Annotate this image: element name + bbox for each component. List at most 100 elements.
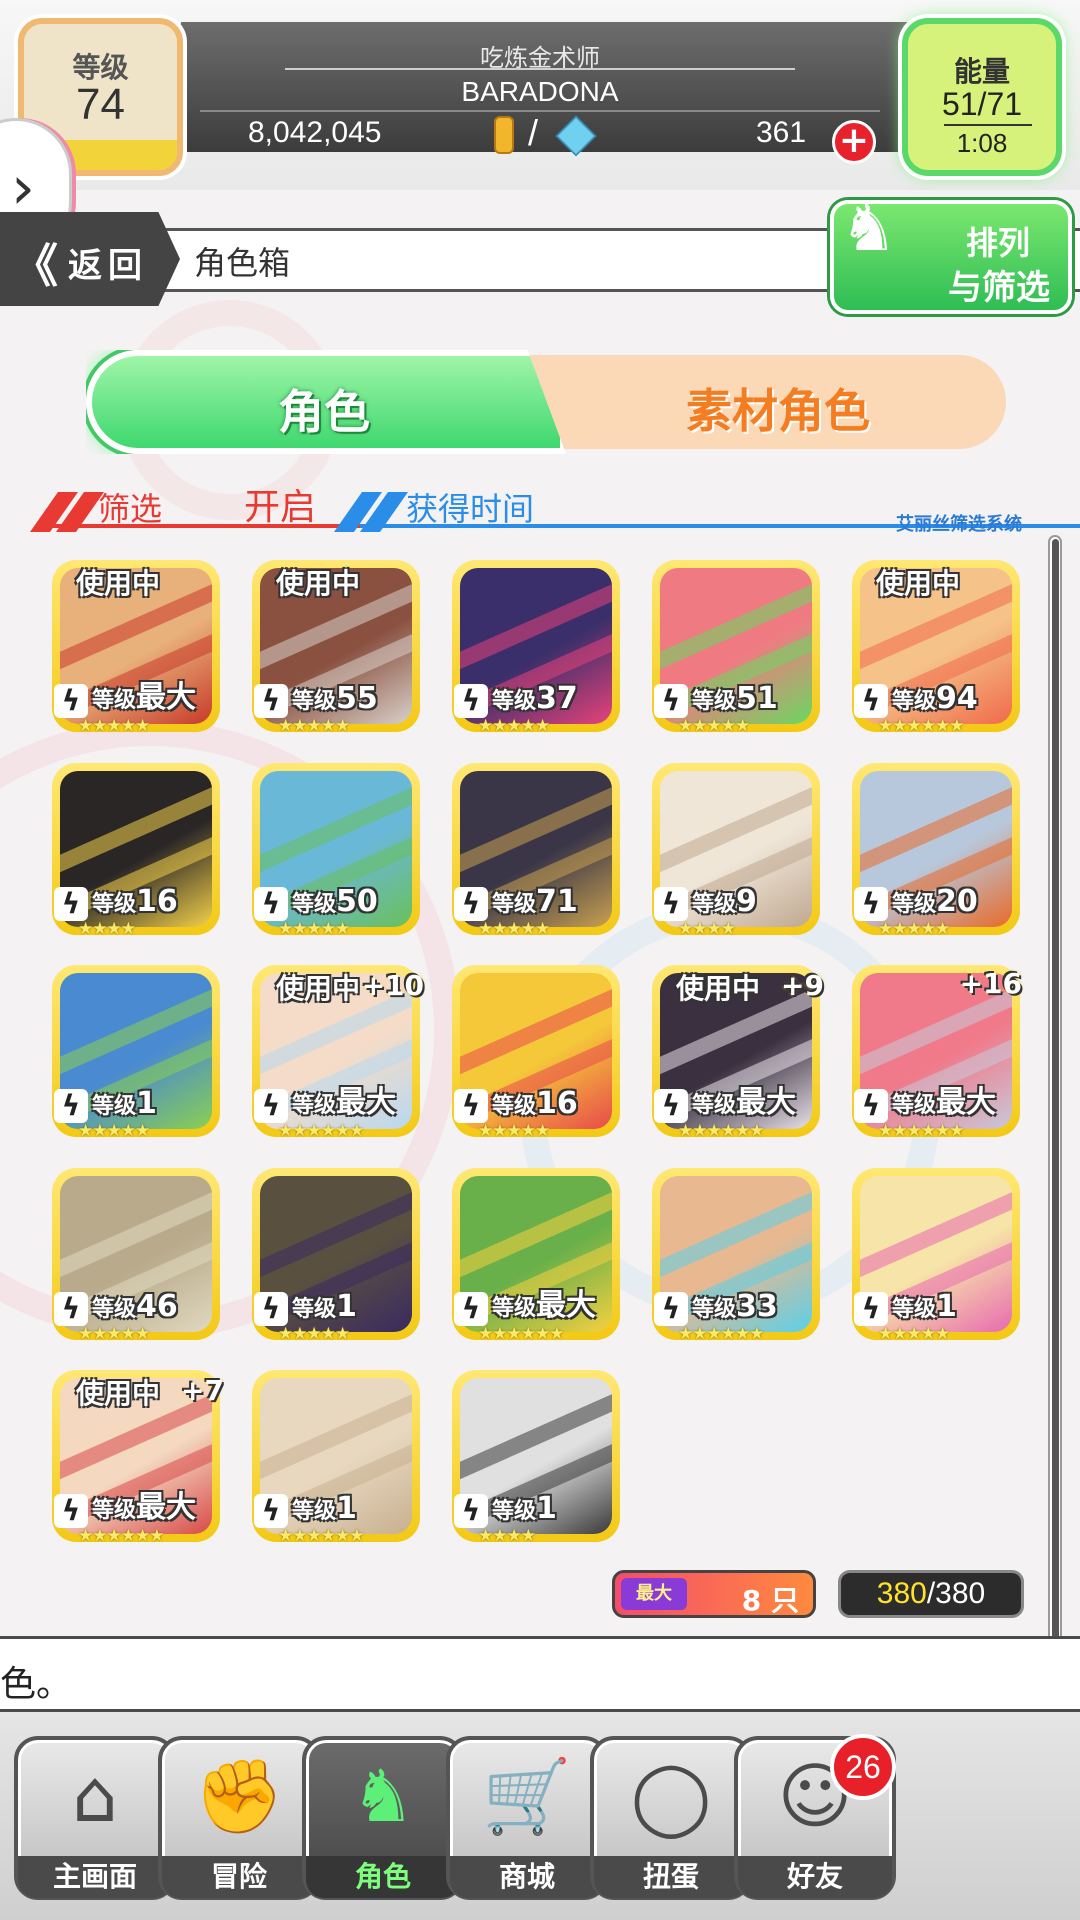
energy-timer: 1:08 — [956, 128, 1008, 158]
nav-home-button[interactable]: ⌂ 主画面 — [14, 1736, 176, 1900]
level-number: 1 — [536, 1491, 557, 1526]
character-card[interactable]: ϟ 等级20 ★★★★★ — [852, 763, 1020, 939]
level-prefix: 等级 — [692, 1297, 737, 1322]
scrollbar[interactable] — [1048, 535, 1062, 1643]
in-use-badge: 使用中 — [276, 972, 361, 1005]
page-title: 角色箱 — [194, 244, 291, 282]
gold-coin-icon — [494, 116, 514, 154]
character-level: 等级1 — [492, 1491, 557, 1526]
level-number: 最大 — [736, 1085, 797, 1120]
in-use-badge: 使用中 — [876, 567, 961, 600]
level-prefix: 等级 — [292, 1093, 337, 1118]
nav-handshake-button[interactable]: ✊ 冒险 — [158, 1736, 320, 1900]
rarity-stars: ★★★★★ — [478, 1121, 550, 1141]
skill-bolt-icon: ϟ — [254, 1494, 288, 1528]
level-prefix: 等级 — [292, 1499, 337, 1524]
rarity-stars: ★★★★★★ — [278, 1526, 364, 1546]
character-level: 等级16 — [92, 884, 178, 919]
nav-bunny-button[interactable]: ♞ 角色 — [302, 1736, 464, 1900]
max-level-counter: 最大 8 只 — [612, 1570, 816, 1618]
level-prefix: 等级 — [92, 1297, 137, 1322]
rarity-stars: ★★★★★★ — [678, 1324, 764, 1344]
tab-material-characters[interactable]: 素材角色 — [686, 375, 870, 441]
character-card[interactable]: ϟ 等级16 ★★★★★ — [452, 965, 620, 1141]
level-prefix: 等级 — [692, 689, 737, 714]
skill-bolt-icon: ϟ — [454, 684, 488, 718]
rarity-stars: ★★★★ — [78, 919, 136, 939]
energy-box[interactable]: 能量 51/71 1:08 — [902, 18, 1062, 176]
filter-system-name: 艾丽丝筛选系统 — [896, 514, 1022, 535]
character-card[interactable]: 使用中 ϟ 等级最大 ★★★★★ — [52, 560, 220, 736]
character-card[interactable]: 使用中 ϟ 等级55 ★★★★★ — [252, 560, 420, 736]
sort-order[interactable]: 获得时间 — [406, 484, 534, 530]
rarity-stars: ★★★★★ — [278, 1324, 350, 1344]
level-number: 20 — [936, 884, 978, 919]
level-number: 33 — [736, 1289, 778, 1324]
character-card[interactable]: ϟ 等级71 ★★★★★ — [452, 763, 620, 939]
character-card[interactable]: ϟ 等级1 ★★★★★ — [52, 965, 220, 1141]
skill-bolt-icon: ϟ — [854, 1292, 888, 1326]
character-card[interactable]: ϟ 等级50 ★★★★★ — [252, 763, 420, 939]
skill-bolt-icon: ϟ — [454, 887, 488, 921]
handshake-icon: ✊ — [194, 1754, 284, 1838]
skill-bolt-icon: ϟ — [54, 887, 88, 921]
level-prefix: 等级 — [492, 1296, 537, 1321]
character-card[interactable]: ϟ 等级46 ★★★★★ — [52, 1168, 220, 1344]
character-card[interactable]: ϟ 等级1 ★★★★ — [452, 1370, 620, 1546]
nav-egg-button[interactable]: ◯ 扭蛋 — [590, 1736, 752, 1900]
rarity-stars: ★★★★★★ — [278, 1121, 364, 1141]
level-number: 1 — [936, 1289, 957, 1324]
filter-state[interactable]: 开启 — [244, 478, 316, 530]
scrollbar-thumb[interactable] — [1052, 539, 1059, 1639]
plus-value-badge: +10 — [361, 969, 424, 1002]
character-card[interactable]: ϟ 等级9 ★★★★ — [652, 763, 820, 939]
character-card[interactable]: +16 ϟ 等级最大 ★★★★★★ — [852, 965, 1022, 1141]
nav-cart-button[interactable]: 🛒 商城 — [446, 1736, 608, 1900]
character-card[interactable]: ϟ 等级51 ★★★★★ — [652, 560, 820, 736]
level-prefix: 等级 — [892, 892, 937, 917]
level-prefix: 等级 — [492, 892, 537, 917]
plus-value-badge: +9 — [781, 969, 824, 1002]
plus-value-badge: +7 — [181, 1374, 224, 1407]
rarity-stars: ★★★★ — [678, 919, 736, 939]
character-card[interactable]: ϟ 等级1 ★★★★★ — [252, 1168, 420, 1344]
energy-label: 能量 — [953, 55, 1010, 88]
character-card[interactable]: 使用中 +9 ϟ 等级最大 ★★★★★★ — [652, 965, 824, 1141]
character-card[interactable]: ϟ 等级1 ★★★★★★ — [252, 1370, 420, 1546]
character-card[interactable]: ϟ 等级最大 ★★★★★★ — [452, 1168, 620, 1344]
sort-filter-button[interactable]: ♞ 排列 与筛选 — [830, 192, 1072, 314]
level-number: 最大 — [336, 1085, 397, 1120]
skill-bolt-icon: ϟ — [54, 684, 88, 718]
skill-bolt-icon: ϟ — [654, 1292, 688, 1326]
character-card[interactable]: 使用中 +7 ϟ 等级最大 ★★★★★★ — [52, 1370, 224, 1546]
tab-characters[interactable]: 角色 — [86, 350, 566, 454]
character-card[interactable]: ϟ 等级33 ★★★★★★ — [652, 1168, 820, 1344]
header-bar: 吃炼金术师 BARADONA 8,042,045 / 361 + 等级 74 能… — [0, 0, 1080, 190]
filter-label[interactable]: 筛选 — [98, 484, 162, 530]
character-level: 等级1 — [292, 1289, 357, 1324]
level-prefix: 等级 — [292, 689, 337, 714]
nav-label: 主画面 — [18, 1856, 172, 1898]
add-currency-icon[interactable]: + — [832, 120, 876, 164]
character-card[interactable]: 使用中 ϟ 等级94 ★★★★★★ — [852, 560, 1020, 736]
nav-label: 扭蛋 — [594, 1856, 748, 1898]
level-prefix: 等级 — [892, 1297, 937, 1322]
character-card[interactable]: ϟ 等级37 ★★★★★ — [452, 560, 620, 736]
rarity-stars: ★★★★★ — [478, 716, 550, 736]
level-prefix: 等级 — [92, 1498, 137, 1523]
level-number: 16 — [136, 884, 178, 919]
back-button[interactable]: 《 返回 — [0, 212, 180, 306]
character-card[interactable]: 使用中 +10 ϟ 等级最大 ★★★★★★ — [252, 965, 424, 1141]
rarity-stars: ★★★★★★ — [678, 1121, 764, 1141]
character-card[interactable]: ϟ 等级16 ★★★★ — [52, 763, 220, 939]
character-level: 等级71 — [492, 884, 578, 919]
back-label: 返回 — [68, 246, 148, 286]
level-number: 94 — [936, 681, 978, 716]
character-level: 等级最大 — [92, 672, 196, 716]
rarity-stars: ★★★★★ — [878, 919, 950, 939]
gold-amount: 8,042,045 — [248, 116, 382, 149]
character-card[interactable]: ϟ 等级1 ★★★★★ — [852, 1168, 1020, 1344]
level-prefix: 等级 — [92, 1094, 137, 1119]
in-use-badge: 使用中 — [76, 1377, 161, 1410]
character-level: 等级94 — [892, 681, 978, 716]
